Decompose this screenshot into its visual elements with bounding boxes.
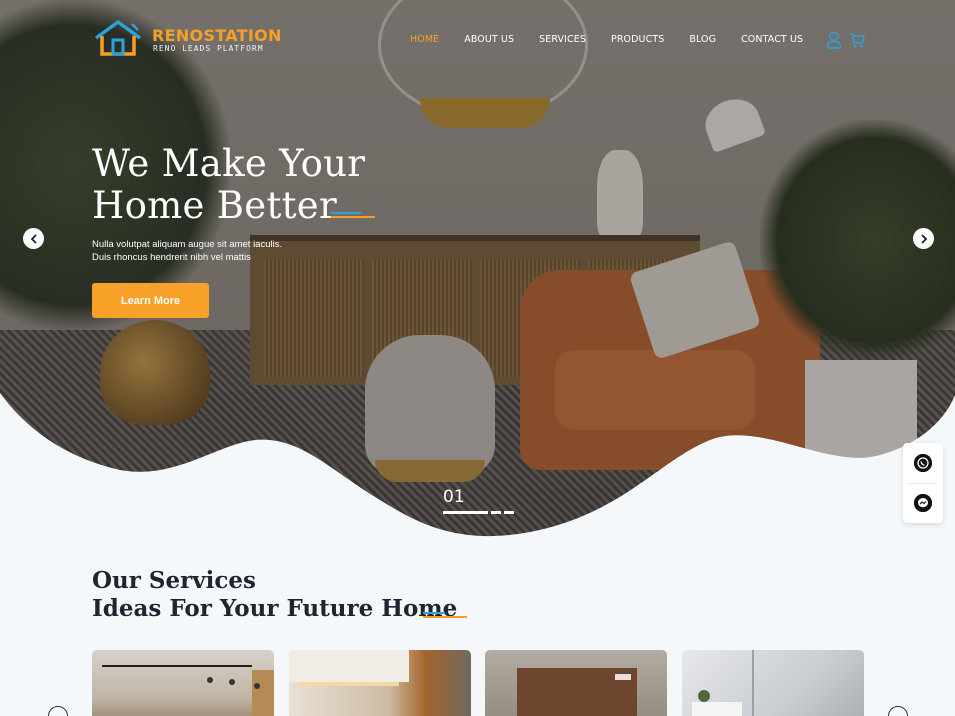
services-heading: Our Services Ideas For Your Future Home xyxy=(92,567,457,623)
nav-about-us[interactable]: ABOUT US xyxy=(464,34,514,48)
nav-contact-us[interactable]: CONTACT US xyxy=(741,34,803,48)
hero-title-line1: We Make Your xyxy=(92,142,366,185)
services-next-button[interactable] xyxy=(888,706,908,716)
service-card-4[interactable] xyxy=(682,650,864,716)
main-nav: HOME ABOUT US SERVICES PRODUCTS BLOG CON… xyxy=(410,34,803,48)
nav-home[interactable]: HOME xyxy=(410,34,439,48)
chevron-right-icon xyxy=(920,233,927,244)
site-header: RENOSTATION RENO LEADS PLATFORM HOME ABO… xyxy=(0,0,955,80)
learn-more-button[interactable]: Learn More xyxy=(92,283,209,318)
slide-indicator[interactable] xyxy=(443,511,515,515)
slider-next-button[interactable] xyxy=(913,228,934,249)
slider-prev-button[interactable] xyxy=(23,228,44,249)
page: RENOSTATION RENO LEADS PLATFORM HOME ABO… xyxy=(0,0,955,716)
chevron-left-icon xyxy=(30,233,37,244)
whatsapp-icon[interactable] xyxy=(914,454,932,472)
slide-number: 01 xyxy=(443,487,465,507)
messenger-icon[interactable] xyxy=(914,494,932,512)
brand-tagline: RENO LEADS PLATFORM xyxy=(153,44,264,53)
services-heading-line1: Our Services xyxy=(92,567,256,594)
nav-services[interactable]: SERVICES xyxy=(539,34,586,48)
service-card-3[interactable] xyxy=(485,650,667,716)
service-card-image xyxy=(517,668,637,716)
hero-title: We Make Your Home Better xyxy=(92,143,365,227)
user-icon[interactable] xyxy=(826,31,842,49)
service-card-image xyxy=(289,650,409,686)
nav-blog[interactable]: BLOG xyxy=(689,34,716,48)
floating-contact-panel xyxy=(903,443,943,523)
services-prev-button[interactable] xyxy=(48,706,68,716)
hero-banner xyxy=(0,0,955,545)
service-card-image xyxy=(692,650,754,716)
logo[interactable]: RENOSTATION RENO LEADS PLATFORM xyxy=(92,18,281,58)
service-card-1[interactable] xyxy=(92,650,274,716)
hero-subtitle: Nulla volutpat aliquam augue sit amet ia… xyxy=(92,239,283,263)
services-heading-line2: Ideas For Your Future Home xyxy=(92,595,458,622)
hero-title-line2: Home Better xyxy=(92,184,337,227)
title-accent-lines xyxy=(331,210,375,218)
service-card-2[interactable] xyxy=(289,650,471,716)
cart-icon[interactable] xyxy=(849,31,865,49)
services-accent-lines xyxy=(423,612,467,618)
nav-products[interactable]: PRODUCTS xyxy=(611,34,664,48)
house-logo-icon xyxy=(94,20,142,56)
header-actions xyxy=(826,31,865,49)
service-card-image xyxy=(102,665,274,716)
brand-name: RENOSTATION xyxy=(152,26,282,45)
